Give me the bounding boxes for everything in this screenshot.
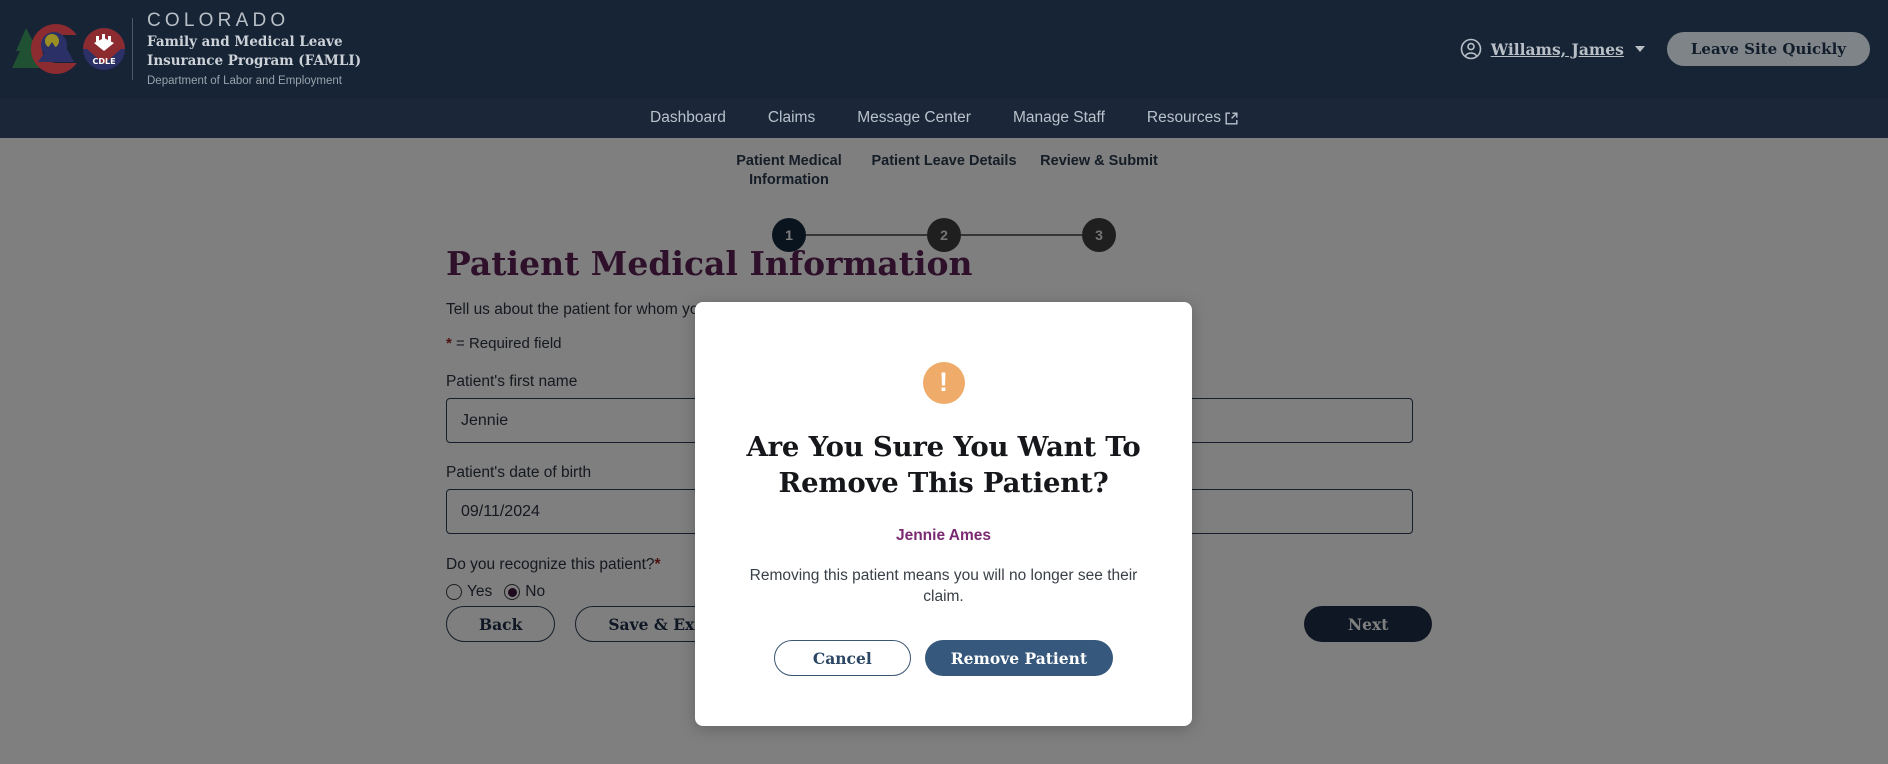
exclamation-glyph: ! — [939, 367, 948, 397]
brand-text: COLORADO Family and Medical Leave Insura… — [147, 10, 361, 88]
colorado-cdle-logo-svg: CDLE — [12, 24, 125, 74]
site-header: CDLE COLORADO Family and Medical Leave I… — [0, 0, 1888, 98]
exclamation-circle-icon: ! — [922, 362, 965, 404]
nav-item-claims[interactable]: Claims — [747, 98, 836, 138]
colorado-cdle-logo: CDLE — [8, 18, 126, 80]
user-name-label: Willams, James — [1490, 39, 1624, 59]
nav-label: Message Center — [857, 109, 971, 126]
leave-site-quickly-button[interactable]: Leave Site Quickly — [1666, 32, 1870, 66]
nav-label: Claims — [767, 109, 816, 126]
brand-program-line1: Family and Medical Leave — [147, 34, 343, 50]
modal-title: Are You Sure You Want To Remove This Pat… — [746, 431, 1141, 499]
nav-label: Manage Staff — [1012, 109, 1105, 126]
brand-state: COLORADO — [147, 10, 290, 31]
brand-program-line2: Insurance Program (FAMLI) — [147, 52, 362, 69]
modal-actions: Cancel Remove Patient — [773, 640, 1114, 676]
external-link-icon — [1225, 112, 1238, 124]
svg-text:CDLE: CDLE — [92, 57, 115, 66]
user-menu[interactable]: Willams, James — [1460, 38, 1645, 60]
modal-patient-name: Jennie Ames — [895, 527, 992, 544]
brand: CDLE COLORADO Family and Medical Leave I… — [0, 10, 361, 88]
remove-patient-button[interactable]: Remove Patient — [924, 640, 1114, 676]
nav-item-resources[interactable]: Resources — [1126, 98, 1259, 138]
nav-label: Resources — [1146, 109, 1221, 126]
cancel-button[interactable]: Cancel — [773, 640, 911, 676]
brand-divider — [132, 18, 133, 80]
chevron-down-icon — [1634, 46, 1645, 52]
modal-body-text: Removing this patient means you will no … — [749, 567, 1138, 605]
nav-item-message-center[interactable]: Message Center — [836, 98, 992, 138]
brand-department: Department of Labor and Employment — [147, 75, 342, 87]
nav-item-dashboard[interactable]: Dashboard — [629, 98, 747, 138]
app-page: CDLE COLORADO Family and Medical Leave I… — [0, 0, 1888, 764]
main-nav: Dashboard Claims Message Center Manage S… — [0, 98, 1888, 138]
nav-label: Dashboard — [650, 109, 726, 126]
user-circle-icon — [1460, 38, 1482, 60]
nav-item-manage-staff[interactable]: Manage Staff — [992, 98, 1126, 138]
header-right: Willams, James Leave Site Quickly — [1460, 0, 1870, 98]
remove-patient-modal: ! Are You Sure You Want To Remove This P… — [695, 302, 1192, 726]
